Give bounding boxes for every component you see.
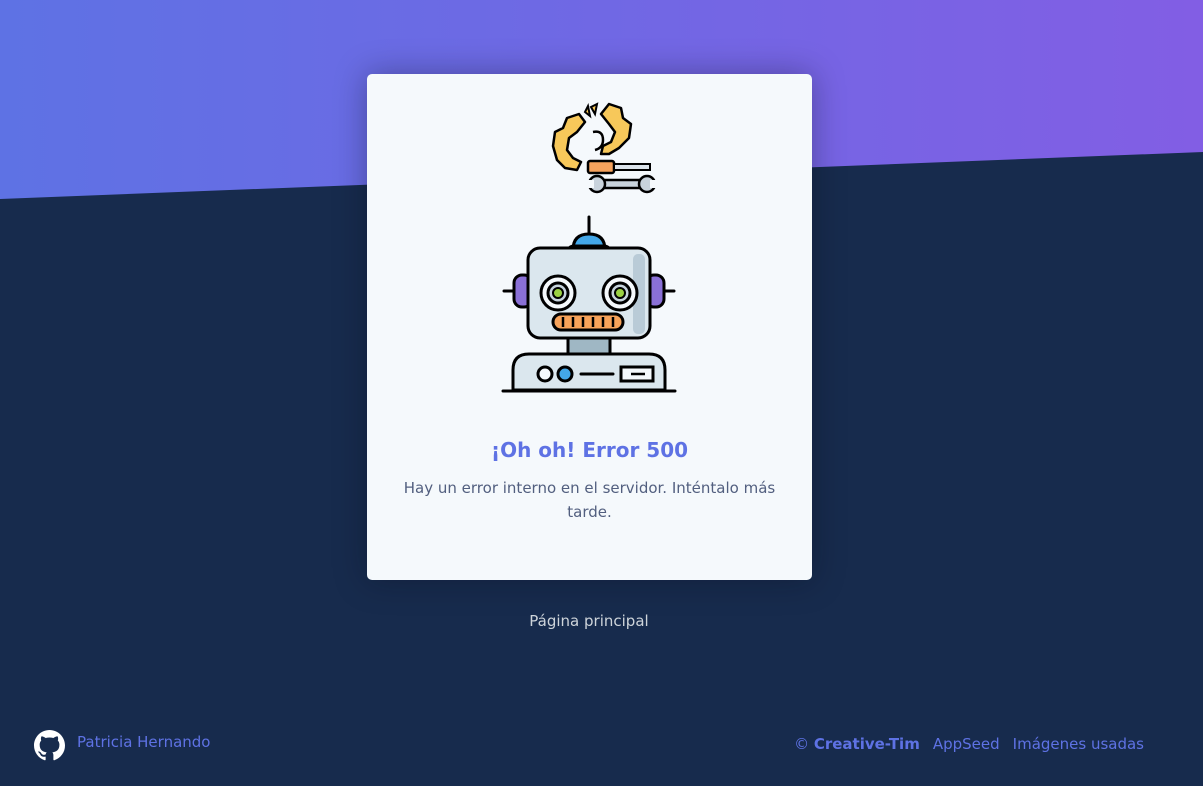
footer-links: © Creative-Tim AppSeed Imágenes usadas [794, 735, 1144, 753]
github-icon[interactable] [34, 729, 65, 761]
robot-icon [501, 215, 677, 393]
error-message: Hay un error interno en el servidor. Int… [403, 479, 776, 521]
images-used-link[interactable]: Imágenes usadas [1013, 735, 1144, 753]
copyright-brand: Creative-Tim [813, 735, 920, 753]
error-illustration [501, 102, 677, 393]
copyright-link[interactable]: © Creative-Tim [794, 735, 920, 753]
wrench-icon [587, 174, 657, 194]
appseed-link[interactable]: AppSeed [933, 735, 1000, 753]
home-link[interactable]: Página principal [0, 612, 1178, 630]
copyright-symbol: © [794, 735, 810, 753]
error-title: ¡Oh oh! Error 500 [490, 438, 689, 462]
error-card: ¡Oh oh! Error 500 Hay un error interno e… [367, 74, 812, 580]
screwdriver-icon [586, 159, 651, 175]
footer-author: Patricia Hernando [34, 729, 210, 761]
author-link[interactable]: Patricia Hernando [77, 733, 210, 751]
